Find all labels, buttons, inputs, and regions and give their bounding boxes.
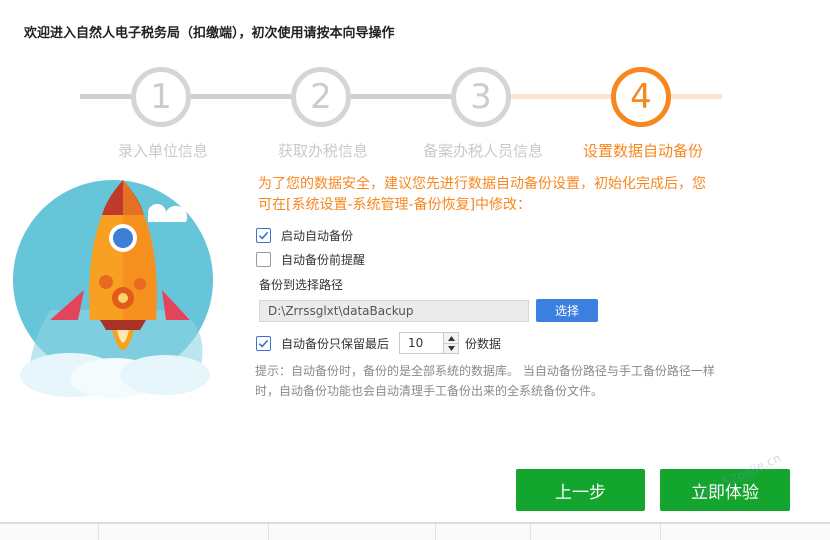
prev-step-button[interactable]: 上一步: [516, 469, 645, 511]
keep-backups-checkbox[interactable]: [256, 335, 271, 351]
auto-backup-label: 启动自动备份: [281, 229, 354, 243]
backup-path-label: 备份到选择路径: [259, 278, 344, 292]
keep-backups-label: 自动备份只保留最后: [281, 336, 390, 351]
step-3-circle: 3: [451, 67, 511, 127]
bottom-cell-divider: [435, 524, 436, 540]
bottom-cell-divider: [660, 524, 661, 540]
backup-remind-label: 自动备份前提醒: [281, 253, 366, 267]
step-1-circle: 1: [131, 67, 191, 127]
step-3-number: 3: [470, 77, 492, 117]
bottom-cell-divider: [98, 524, 99, 540]
keep-count-unit: 份数据: [465, 336, 502, 351]
backup-remind-row[interactable]: 自动备份前提醒: [256, 251, 365, 268]
choose-path-button[interactable]: 选择: [536, 299, 598, 322]
auto-backup-checkbox[interactable]: [256, 228, 271, 243]
step-2-number: 2: [310, 77, 332, 117]
backup-hint: 提示：自动备份时，备份的是全部系统的数据库。 当自动备份路径与手工备份路径一样时…: [255, 364, 715, 398]
step-1-label: 录入单位信息: [117, 142, 209, 160]
step-1-number: 1: [150, 77, 172, 117]
bottom-cell-divider: [268, 524, 269, 540]
spin-down-icon[interactable]: [444, 343, 459, 353]
step-3-label: 备案办税人员信息: [422, 142, 544, 160]
step-2-circle: 2: [291, 67, 351, 127]
step-4-label: 设置数据自动备份: [582, 142, 704, 160]
keep-count-input[interactable]: 10: [399, 332, 445, 354]
auto-backup-row[interactable]: 启动自动备份: [256, 227, 353, 244]
backup-remind-checkbox[interactable]: [256, 252, 271, 267]
keep-backups-row: 自动备份只保留最后 10 份数据: [256, 332, 501, 354]
backup-path-input[interactable]: D:\Zrrssglxt\dataBackup: [259, 300, 529, 322]
step-progress: 1 2 3 4 录入单位信息 获取办税信息 备案办税人员信息 设置数据自动备份: [0, 60, 830, 170]
page-title: 欢迎进入自然人电子税务局（扣缴端），初次使用请按本向导操作: [24, 26, 395, 41]
spin-up-icon[interactable]: [444, 333, 459, 343]
backup-notice: 为了您的数据安全，建议您先进行数据自动备份设置，初始化完成后，您可在[系统设置-…: [258, 176, 706, 213]
keep-count-stepper[interactable]: 10: [399, 332, 460, 354]
checkbox-checked-icon: [258, 231, 269, 240]
step-4-circle: 4: [611, 67, 671, 127]
bottom-strip: [0, 522, 830, 540]
rocket-illustration: [0, 170, 230, 400]
checkbox-checked-icon: [258, 339, 269, 348]
step-4-number: 4: [630, 77, 652, 117]
bottom-cell-divider: [530, 524, 531, 540]
step-2-label: 获取办税信息: [277, 142, 369, 160]
